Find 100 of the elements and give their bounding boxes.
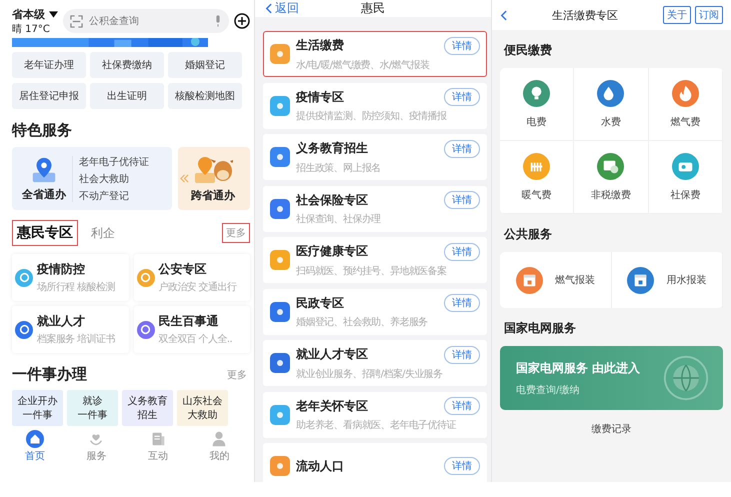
nav-tab[interactable]: 互动: [148, 430, 168, 462]
service-subtitle: 扫码就医、预约挂号、异地就医备案: [296, 264, 448, 278]
tile-label: 一件事: [22, 408, 52, 422]
details-button[interactable]: 详情: [444, 36, 480, 54]
nav-tab[interactable]: 首页: [24, 430, 45, 462]
public-service-item[interactable]: 用水报装: [612, 252, 723, 308]
payment-label: 燃气费: [670, 116, 700, 128]
service-title: 疫情防控: [37, 261, 86, 278]
service-subtitle: 场所行程 核酸检测: [37, 280, 115, 294]
payment-item[interactable]: 电费: [500, 68, 574, 141]
service-title: 义务教育招生: [296, 140, 368, 157]
section-title: 便民缴费: [504, 42, 553, 59]
service-card[interactable]: 生活缴费 详情 水/电/暖/燃气缴费、水/燃气报装: [263, 31, 487, 77]
quick-link-button[interactable]: 出生证明: [90, 83, 164, 109]
service-subtitle: 社保查询、社保办理: [296, 212, 382, 226]
service-card[interactable]: 流动人口 详情: [263, 443, 487, 482]
tile-label: 义务教育: [128, 394, 168, 408]
service-card[interactable]: 社会保险专区 详情 社保查询、社保办理: [263, 186, 487, 232]
service-card[interactable]: 老年关怀专区 详情 助老养老、看病就医、老年电子优待证: [263, 392, 487, 438]
service-card[interactable]: 医疗健康专区 详情 扫码就医、预约挂号、异地就医备案: [263, 237, 487, 283]
feature-card[interactable]: 跨省通办: [178, 147, 250, 210]
header-button[interactable]: 关于: [663, 6, 691, 24]
service-card[interactable]: 疫情防控 场所行程 核酸检测: [12, 254, 128, 301]
section-title: 公共服务: [504, 226, 553, 243]
payment-records-link[interactable]: 缴费记录: [592, 422, 632, 436]
task-tile[interactable]: 就诊 一件事: [67, 390, 118, 426]
service-title: 公安专区: [158, 261, 208, 278]
service-card[interactable]: 民生百事通 双全双百 个人全..: [134, 306, 250, 353]
home-icon: [26, 430, 44, 448]
quick-link-button[interactable]: 核酸检测地图: [168, 83, 242, 109]
tile-label: 一件事: [78, 408, 108, 422]
section-tab[interactable]: 利企: [86, 220, 120, 246]
back-button[interactable]: 返回: [265, 0, 299, 17]
service-subtitle: 婚姻登记、社会救助、养老服务: [296, 316, 429, 329]
payment-item[interactable]: 水费: [574, 68, 649, 141]
details-button[interactable]: 详情: [444, 242, 480, 260]
public-service-label: 燃气报装: [554, 274, 595, 287]
feature-item: 老年电子优待证: [79, 156, 149, 168]
details-button[interactable]: 详情: [444, 140, 480, 158]
details-button[interactable]: 详情: [444, 457, 480, 475]
service-card[interactable]: 公安专区 户政治安 交通出行: [134, 254, 250, 301]
service-title: 民生百事通: [158, 313, 220, 330]
details-button[interactable]: 详情: [444, 346, 480, 364]
service-title: 就业人才专区: [296, 346, 368, 363]
search-field[interactable]: 公积金查询: [63, 9, 229, 33]
weather-label: 晴 17°C: [12, 22, 51, 36]
chevron-left-icon[interactable]: [500, 10, 507, 20]
service-card[interactable]: 义务教育招生 详情 招生政策、网上报名: [263, 134, 487, 180]
payment-item[interactable]: 社保费: [648, 141, 723, 214]
quick-link-button[interactable]: 社保费缴纳: [90, 52, 164, 78]
service-card[interactable]: 就业人才 档案服务 培训证书: [12, 306, 128, 353]
service-title: 社会保险专区: [296, 192, 368, 208]
details-button[interactable]: 详情: [444, 294, 480, 312]
quick-link-button[interactable]: 老年证办理: [12, 52, 86, 78]
map-pin-icon: [30, 156, 58, 184]
public-service-item[interactable]: 燃气报装: [500, 252, 612, 308]
public-service-label: 用水报装: [666, 274, 706, 287]
details-button[interactable]: 详情: [444, 88, 480, 106]
service-card[interactable]: 疫情专区 详情 提供疫情监测、防控须知、疫情播报: [263, 82, 487, 128]
payment-item[interactable]: 暖气费: [500, 141, 574, 214]
service-subtitle: 户政治安 交通出行: [158, 280, 236, 294]
service-card[interactable]: 民政专区 详情 婚姻登记、社会救助、养老服务: [263, 288, 487, 334]
page-title: 惠民: [361, 0, 385, 17]
header-button[interactable]: 订阅: [695, 6, 723, 24]
payment-item[interactable]: 燃气费: [648, 68, 723, 141]
service-subtitle: 助老养老、看病就医、老年电子优待证: [296, 418, 458, 432]
service-subtitle: 档案服务 培训证书: [37, 332, 115, 346]
feature-title: 跨省通办: [191, 188, 235, 202]
microphone-icon[interactable]: [214, 15, 222, 27]
service-subtitle: 招生政策、网上报名: [296, 162, 382, 174]
details-button[interactable]: 详情: [444, 191, 480, 209]
payment-item[interactable]: 非税缴费: [574, 141, 649, 214]
task-tile[interactable]: 山东社会 大救助: [177, 390, 228, 426]
feature-card[interactable]: 全省通办 老年电子优待证 社会大救助 不动产登记: [12, 147, 172, 210]
chevron-left-icon: [265, 3, 272, 14]
service-subtitle: 双全双百 个人全..: [158, 333, 232, 346]
search-input[interactable]: 公积金查询: [87, 14, 210, 28]
service-title: 生活缴费: [296, 37, 344, 54]
service-title: 流动人口: [296, 458, 344, 474]
task-tile[interactable]: 义务教育 招生: [122, 390, 173, 426]
service-title: 医疗健康专区: [296, 243, 368, 260]
payment-label: 社保费: [670, 188, 700, 202]
service-card[interactable]: 就业人才专区 详情 就业创业服务、招聘/档案/失业服务: [263, 340, 487, 386]
service-title: 老年关怀专区: [296, 398, 368, 414]
payment-label: 非税缴费: [590, 188, 631, 202]
task-tile[interactable]: 企业开办 一件事: [12, 390, 63, 426]
scan-icon[interactable]: [70, 14, 83, 28]
service-subtitle: 水/电/暖/燃气缴费、水/燃气报装: [296, 58, 430, 72]
globe-icon: [663, 355, 709, 401]
location-label[interactable]: 省本级: [12, 6, 45, 22]
quick-link-button[interactable]: 居住登记申报: [12, 83, 86, 109]
quick-link-button[interactable]: 婚姻登记: [168, 52, 242, 78]
details-button[interactable]: 详情: [444, 397, 480, 415]
caret-icon[interactable]: [49, 10, 58, 18]
nav-tab[interactable]: 我的: [209, 430, 230, 462]
section-tab[interactable]: 惠民专区: [12, 220, 78, 246]
service-subtitle: 提供疫情监测、防控须知、疫情播报: [296, 110, 448, 123]
nav-tab[interactable]: 服务: [86, 430, 106, 462]
feature-item: 不动产登记: [79, 190, 130, 202]
add-icon[interactable]: [234, 13, 250, 29]
